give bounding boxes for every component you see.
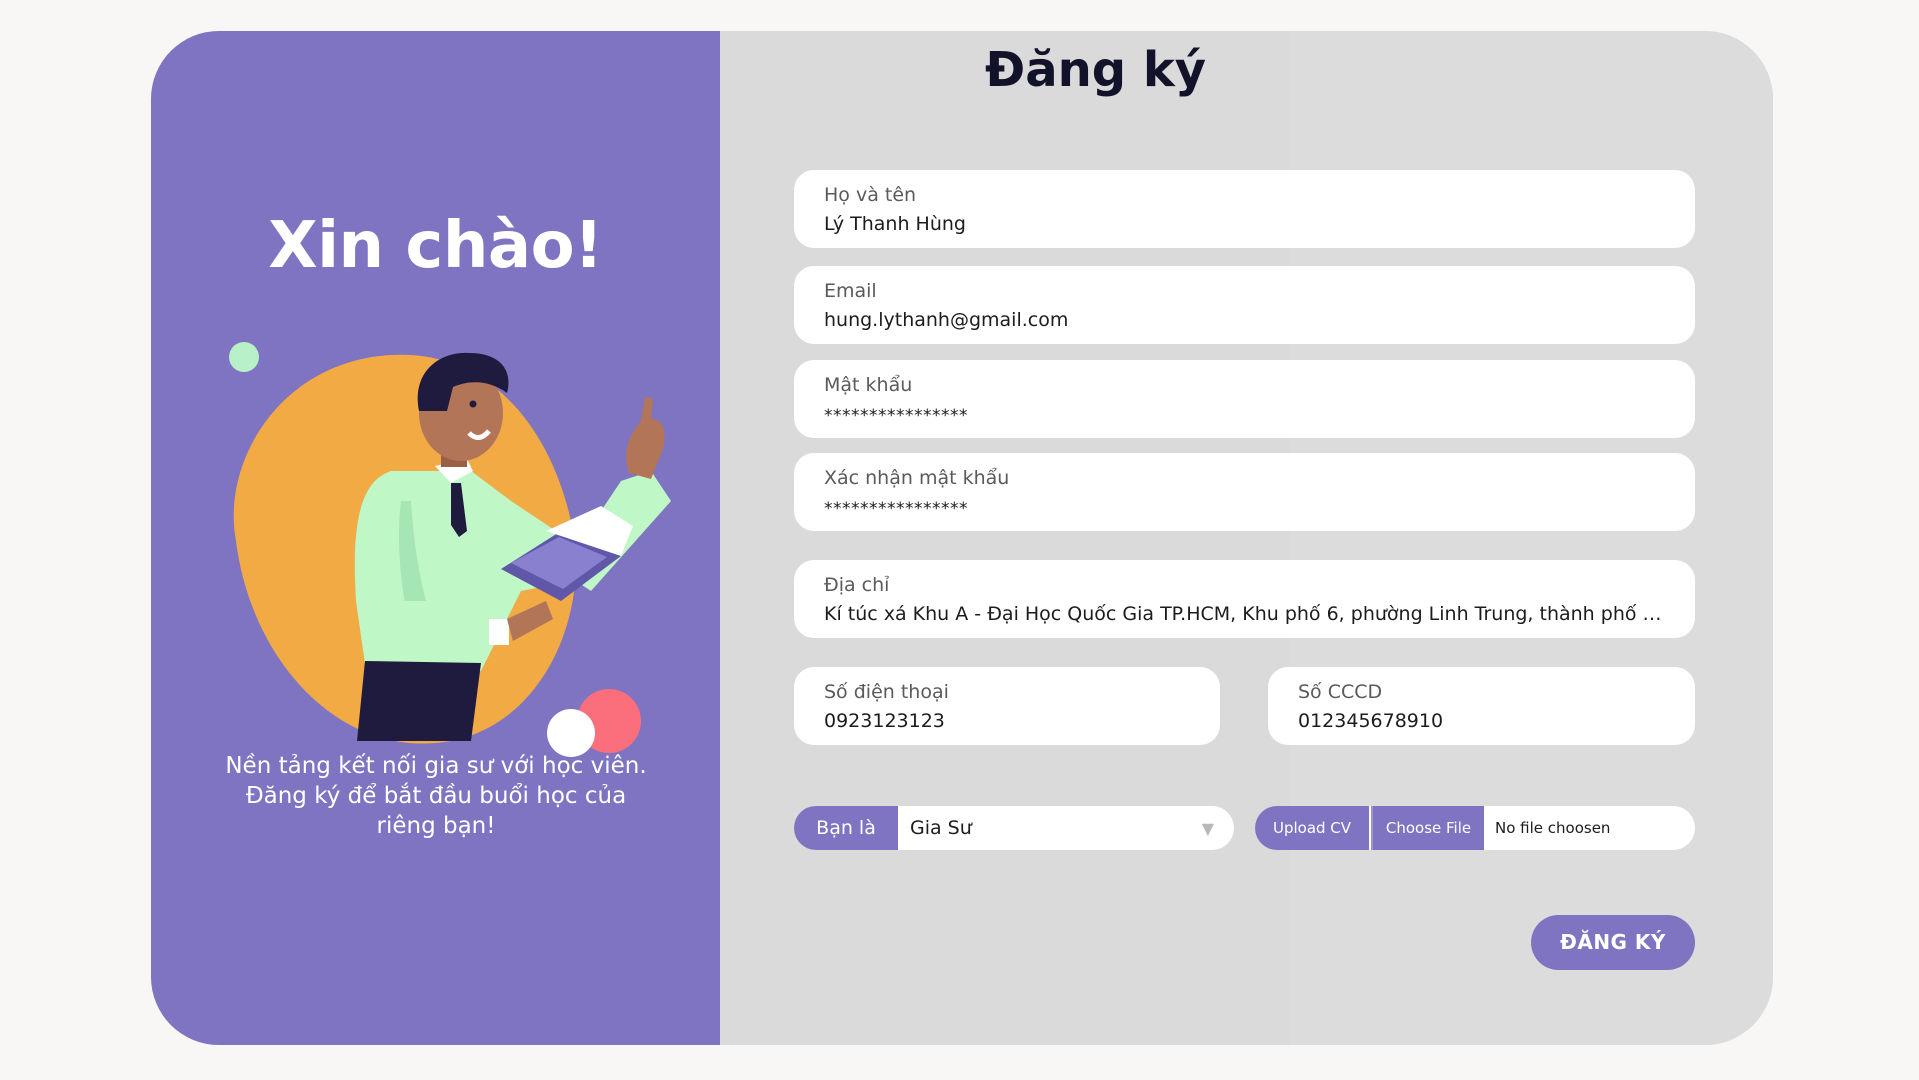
eye [469, 400, 477, 408]
raised-hand [626, 397, 665, 479]
page-title: Đăng ký [984, 42, 1207, 98]
tagline: Nền tảng kết nối gia sư với học viên. Đă… [201, 751, 671, 841]
register-button[interactable]: ĐĂNG KÝ [1531, 915, 1695, 970]
welcome-panel: Xin chào! Nền tảng kết nối gia sư với họ… [151, 31, 720, 1045]
id-number-field[interactable]: Số CCCD 012345678910 [1268, 667, 1695, 745]
dropdown-arrow-icon[interactable]: ▼ [1202, 806, 1214, 850]
full-name-label: Họ và tên [824, 184, 917, 206]
password-value[interactable]: **************** [824, 406, 1669, 426]
full-name-value[interactable]: Lý Thanh Hùng [824, 213, 1669, 235]
email-label: Email [824, 280, 877, 302]
password-field[interactable]: Mật khẩu **************** [794, 360, 1695, 438]
pants [357, 661, 481, 741]
phone-field[interactable]: Số điện thoại 0923123123 [794, 667, 1220, 745]
tagline-line: riêng bạn! [376, 813, 496, 839]
confirm-password-value[interactable]: **************** [824, 499, 1669, 519]
address-field[interactable]: Địa chỉ Kí túc xá Khu A - Đại Học Quốc G… [794, 560, 1695, 638]
tagline-line: Nền tảng kết nối gia sư với học viên. [225, 753, 647, 779]
upload-cv-label: Upload CV [1255, 806, 1369, 850]
cv-upload[interactable]: Upload CV Choose File No file choosen [1255, 806, 1695, 850]
email-field[interactable]: Email hung.lythanh@gmail.com [794, 266, 1695, 344]
full-name-field[interactable]: Họ và tên Lý Thanh Hùng [794, 170, 1695, 248]
greeting-heading: Xin chào! [268, 209, 603, 283]
password-label: Mật khẩu [824, 374, 913, 396]
mint-dot [229, 342, 259, 372]
white-ball [547, 709, 595, 757]
phone-value[interactable]: 0923123123 [824, 710, 1194, 732]
address-label: Địa chỉ [824, 574, 890, 596]
file-status: No file choosen [1495, 819, 1611, 837]
cuff [489, 619, 509, 645]
confirm-password-label: Xác nhận mật khẩu [824, 467, 1010, 489]
role-label: Bạn là [794, 806, 898, 850]
role-select[interactable]: Bạn là Gia Sư ▼ [794, 806, 1234, 850]
id-number-label: Số CCCD [1298, 681, 1383, 703]
role-selected-value[interactable]: Gia Sư [910, 806, 972, 850]
address-value[interactable]: Kí túc xá Khu A - Đại Học Quốc Gia TP.HC… [824, 603, 1669, 625]
phone-label: Số điện thoại [824, 681, 949, 703]
tutor-illustration [229, 342, 671, 757]
email-value[interactable]: hung.lythanh@gmail.com [824, 309, 1669, 331]
id-number-value[interactable]: 012345678910 [1298, 710, 1669, 732]
tagline-line: Đăng ký để bắt đầu buổi học của [245, 783, 627, 809]
choose-file-button[interactable]: Choose File [1371, 806, 1484, 850]
confirm-password-field[interactable]: Xác nhận mật khẩu **************** [794, 453, 1695, 531]
